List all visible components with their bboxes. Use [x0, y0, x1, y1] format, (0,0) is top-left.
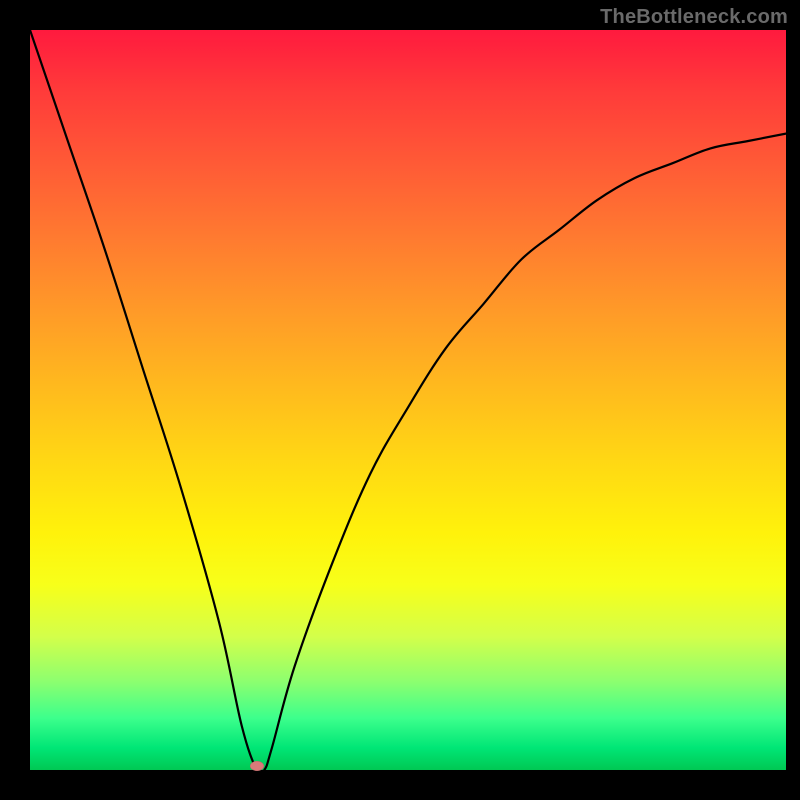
minimum-point-marker — [250, 761, 264, 771]
bottleneck-curve — [30, 30, 786, 770]
chart-plot-area — [30, 30, 786, 770]
curve-path — [30, 30, 786, 770]
watermark-text: TheBottleneck.com — [600, 6, 788, 29]
chart-frame: TheBottleneck.com — [0, 0, 800, 800]
